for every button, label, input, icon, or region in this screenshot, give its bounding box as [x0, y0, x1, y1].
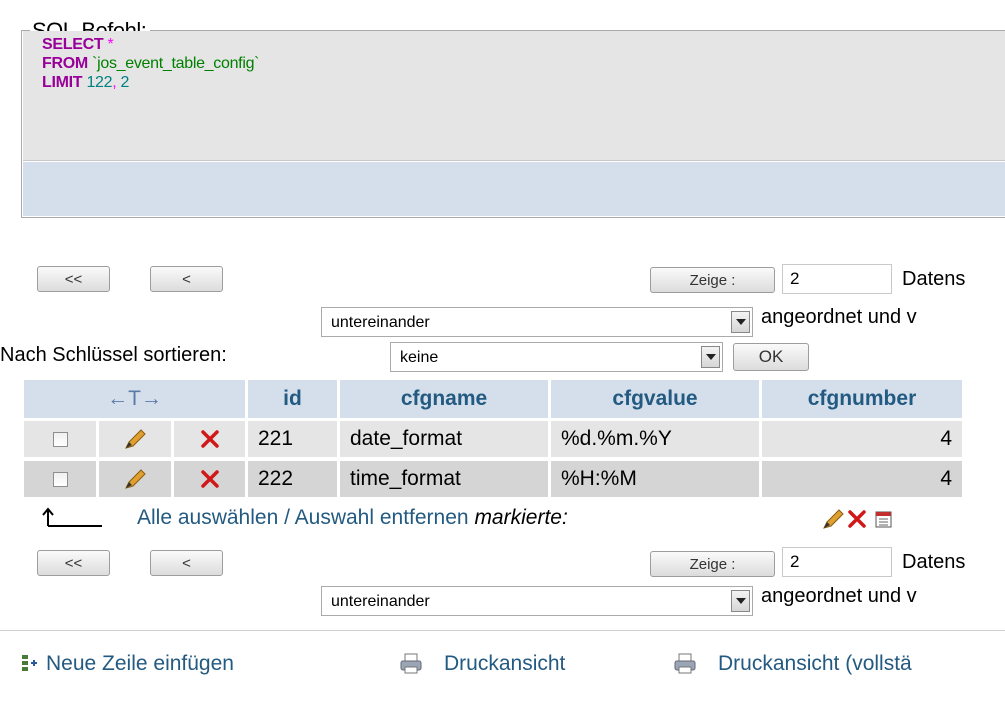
edit-icon[interactable]	[99, 461, 171, 497]
arrangement-label-bottom: angeordnet und v	[761, 585, 917, 607]
sort-by-key-label: Nach Schlüssel sortieren:	[0, 344, 227, 366]
sql-limit-keyword: LIMIT	[42, 74, 83, 91]
separator: /	[284, 506, 290, 529]
row-checkbox-cell	[24, 461, 96, 497]
deselect-all-link[interactable]: Auswahl entfernen	[295, 506, 469, 529]
sql-code-area: SELECT * FROM `jos_event_table_config` L…	[23, 31, 1005, 161]
sql-select-keyword: SELECT	[42, 36, 104, 53]
sql-star: *	[107, 36, 114, 53]
bulk-edit-icon[interactable]	[820, 508, 846, 535]
rows-count-input[interactable]: 2	[782, 264, 892, 294]
cell-cfgnumber: 4	[762, 461, 962, 497]
display-mode-value: untereinander	[331, 314, 430, 331]
marked-label: markierte:	[474, 506, 568, 529]
chevron-down-icon[interactable]	[731, 590, 750, 612]
sql-limit-count: 2	[120, 74, 130, 91]
delete-icon[interactable]	[174, 421, 245, 457]
cell-id: 222	[248, 461, 337, 497]
insert-row-link[interactable]: Neue Zeile einfügen	[46, 652, 234, 676]
ok-button[interactable]: OK	[733, 343, 809, 371]
cell-cfgvalue: %d.%m.%Y	[551, 421, 759, 457]
sql-limit-offset: 122	[86, 74, 113, 91]
row-checkbox[interactable]	[52, 471, 68, 487]
prev-page-button[interactable]: <	[150, 266, 223, 292]
edit-icon[interactable]	[99, 421, 171, 457]
cell-cfgnumber: 4	[762, 421, 962, 457]
show-button-bottom[interactable]: Zeige :	[650, 551, 775, 577]
divider	[0, 630, 1005, 631]
row-checkbox[interactable]	[52, 431, 68, 447]
prev-page-button-bottom[interactable]: <	[150, 550, 223, 576]
rows-count-input-bottom[interactable]: 2	[782, 547, 892, 577]
bulk-delete-icon[interactable]	[846, 508, 868, 535]
sort-key-select[interactable]: keine	[390, 342, 723, 372]
show-button[interactable]: Zeige :	[650, 267, 775, 293]
printer-icon[interactable]	[672, 653, 698, 680]
cell-cfgname: time_format	[340, 461, 548, 497]
printer-icon[interactable]	[398, 653, 424, 680]
sql-from-keyword: FROM	[42, 55, 88, 72]
selection-actions: Alle auswählen / Auswahl entfernen marki…	[137, 506, 568, 530]
column-header-cfgname[interactable]: cfgname	[340, 380, 548, 418]
sort-key-value: keine	[400, 349, 439, 366]
delete-icon[interactable]	[174, 461, 245, 497]
cell-cfgvalue: %H:%M	[551, 461, 759, 497]
chevron-down-icon[interactable]	[731, 311, 750, 333]
display-mode-value-bottom: untereinander	[331, 593, 430, 610]
insert-row-icon[interactable]	[20, 652, 42, 674]
records-label: Datens	[902, 268, 966, 290]
sql-toolbar-bar	[23, 162, 1005, 216]
chevron-down-icon[interactable]	[701, 346, 720, 368]
arrangement-label: angeordnet und v	[761, 306, 917, 328]
arrow-left-up-icon	[40, 506, 106, 533]
print-view-link[interactable]: Druckansicht	[444, 652, 565, 676]
cell-id: 221	[248, 421, 337, 457]
records-label-bottom: Datens	[902, 551, 966, 573]
cell-cfgname: date_format	[340, 421, 548, 457]
row-checkbox-cell	[24, 421, 96, 457]
display-mode-select-bottom[interactable]: untereinander	[321, 586, 753, 616]
select-all-link[interactable]: Alle auswählen	[137, 506, 278, 529]
column-arrows-header[interactable]: ←T→	[24, 380, 245, 418]
column-header-id[interactable]: id	[248, 380, 337, 418]
first-page-button[interactable]: <<	[37, 266, 110, 292]
column-header-cfgnumber[interactable]: cfgnumber	[762, 380, 962, 418]
export-icon[interactable]	[874, 509, 894, 534]
sql-table-name: `jos_event_table_config`	[92, 55, 260, 72]
print-view-full-link[interactable]: Druckansicht (vollstä	[718, 652, 912, 676]
first-page-button-bottom[interactable]: <<	[37, 550, 110, 576]
display-mode-select[interactable]: untereinander	[321, 307, 753, 337]
sql-limit-comma: ,	[112, 74, 117, 91]
column-header-cfgvalue[interactable]: cfgvalue	[551, 380, 759, 418]
